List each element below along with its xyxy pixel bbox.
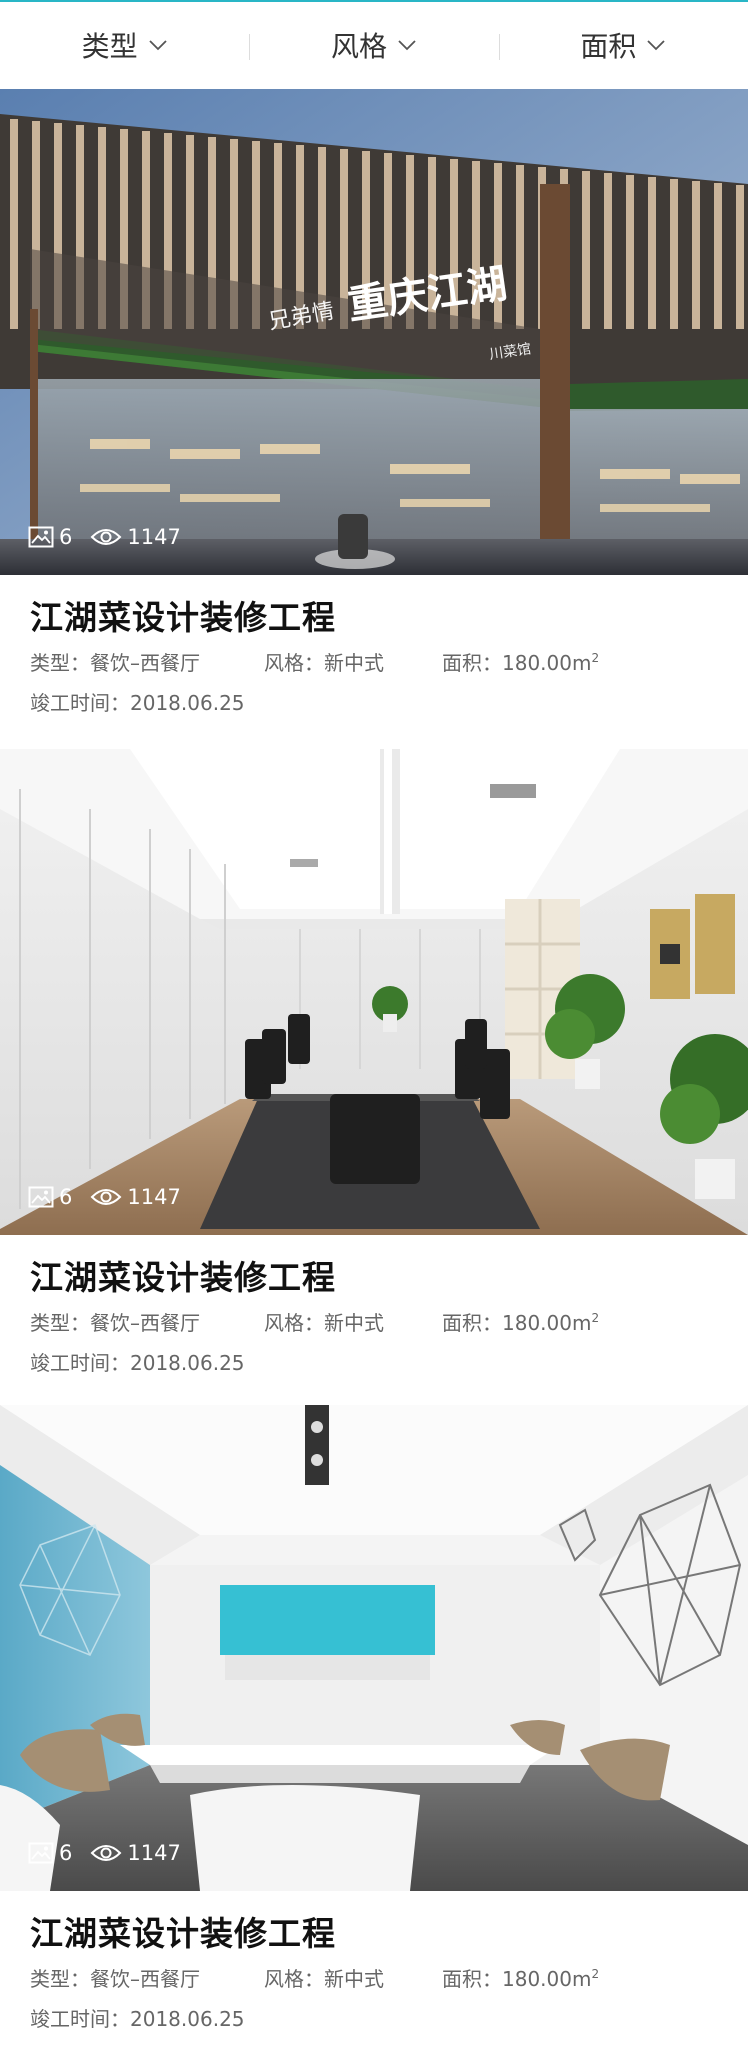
project-meta-row: 类型：餐饮–西餐厅 风格：新中式 面积：180.00m2	[30, 647, 599, 676]
image-icon	[28, 1842, 54, 1864]
project-type: 类型：餐饮–西餐厅	[30, 651, 200, 675]
project-meta-row: 类型：餐饮–西餐厅 风格：新中式 面积：180.00m2	[30, 1307, 599, 1336]
filter-area-label: 面积	[580, 30, 637, 63]
project-date-row: 竣工时间：2018.06.25	[30, 2003, 245, 2032]
project-photo[interactable]: 兄弟情 重庆江湖 川菜馆 6 1147	[0, 89, 748, 575]
project-meta-row: 类型：餐饮–西餐厅 风格：新中式 面积：180.00m2	[30, 1963, 599, 1992]
view-count: 1147	[127, 525, 181, 549]
project-card[interactable]: 6 1147 江湖菜设计装修工程 类型：餐饮–西餐厅 风格：新中式 面积：180…	[0, 1405, 748, 2058]
chevron-down-icon	[149, 40, 167, 51]
filter-bar: 类型 风格 面积	[0, 0, 748, 88]
project-area: 面积：180.00m2	[442, 1967, 600, 1991]
filter-style[interactable]: 风格	[249, 2, 498, 88]
filter-type-label: 类型	[81, 30, 138, 63]
image-stats: 6 1147	[28, 525, 199, 549]
project-list-page: 类型 风格 面积 兄弟情 重庆江湖 川菜馆 6 1147 江湖菜设计装修工程 类…	[0, 0, 748, 2058]
project-title[interactable]: 江湖菜设计装修工程	[30, 591, 336, 639]
view-count: 1147	[127, 1841, 181, 1865]
conference-room-image	[0, 1405, 748, 1891]
photo-count: 6	[59, 525, 73, 549]
project-style: 风格：新中式	[264, 651, 384, 675]
meeting-room-image	[0, 749, 748, 1235]
project-card[interactable]: 兄弟情 重庆江湖 川菜馆 6 1147 江湖菜设计装修工程 类型：餐饮–西餐厅 …	[0, 89, 748, 745]
image-stats: 6 1147	[28, 1185, 199, 1209]
image-icon	[28, 526, 54, 548]
eye-icon	[90, 529, 122, 545]
image-icon	[28, 1186, 54, 1208]
image-stats: 6 1147	[28, 1841, 199, 1865]
project-type: 类型：餐饮–西餐厅	[30, 1311, 200, 1335]
filter-area[interactable]: 面积	[498, 2, 748, 88]
view-count: 1147	[127, 1185, 181, 1209]
project-photo[interactable]: 6 1147	[0, 749, 748, 1235]
project-style: 风格：新中式	[264, 1967, 384, 1991]
completion-date: 竣工时间：2018.06.25	[30, 691, 245, 715]
photo-count: 6	[59, 1841, 73, 1865]
project-area: 面积：180.00m2	[442, 1311, 600, 1335]
filter-type[interactable]: 类型	[0, 2, 249, 88]
filter-style-label: 风格	[330, 30, 387, 63]
project-style: 风格：新中式	[264, 1311, 384, 1335]
restaurant-storefront-image: 兄弟情 重庆江湖 川菜馆	[0, 89, 748, 575]
photo-count: 6	[59, 1185, 73, 1209]
project-date-row: 竣工时间：2018.06.25	[30, 1347, 245, 1376]
completion-date: 竣工时间：2018.06.25	[30, 1351, 245, 1375]
completion-date: 竣工时间：2018.06.25	[30, 2007, 245, 2031]
eye-icon	[90, 1189, 122, 1205]
project-area: 面积：180.00m2	[442, 651, 600, 675]
project-title[interactable]: 江湖菜设计装修工程	[30, 1251, 336, 1299]
chevron-down-icon	[647, 40, 665, 51]
project-title[interactable]: 江湖菜设计装修工程	[30, 1907, 336, 1955]
project-card[interactable]: 6 1147 江湖菜设计装修工程 类型：餐饮–西餐厅 风格：新中式 面积：180…	[0, 749, 748, 1405]
chevron-down-icon	[398, 40, 416, 51]
project-photo[interactable]: 6 1147	[0, 1405, 748, 1891]
eye-icon	[90, 1845, 122, 1861]
project-type: 类型：餐饮–西餐厅	[30, 1967, 200, 1991]
project-date-row: 竣工时间：2018.06.25	[30, 687, 245, 716]
